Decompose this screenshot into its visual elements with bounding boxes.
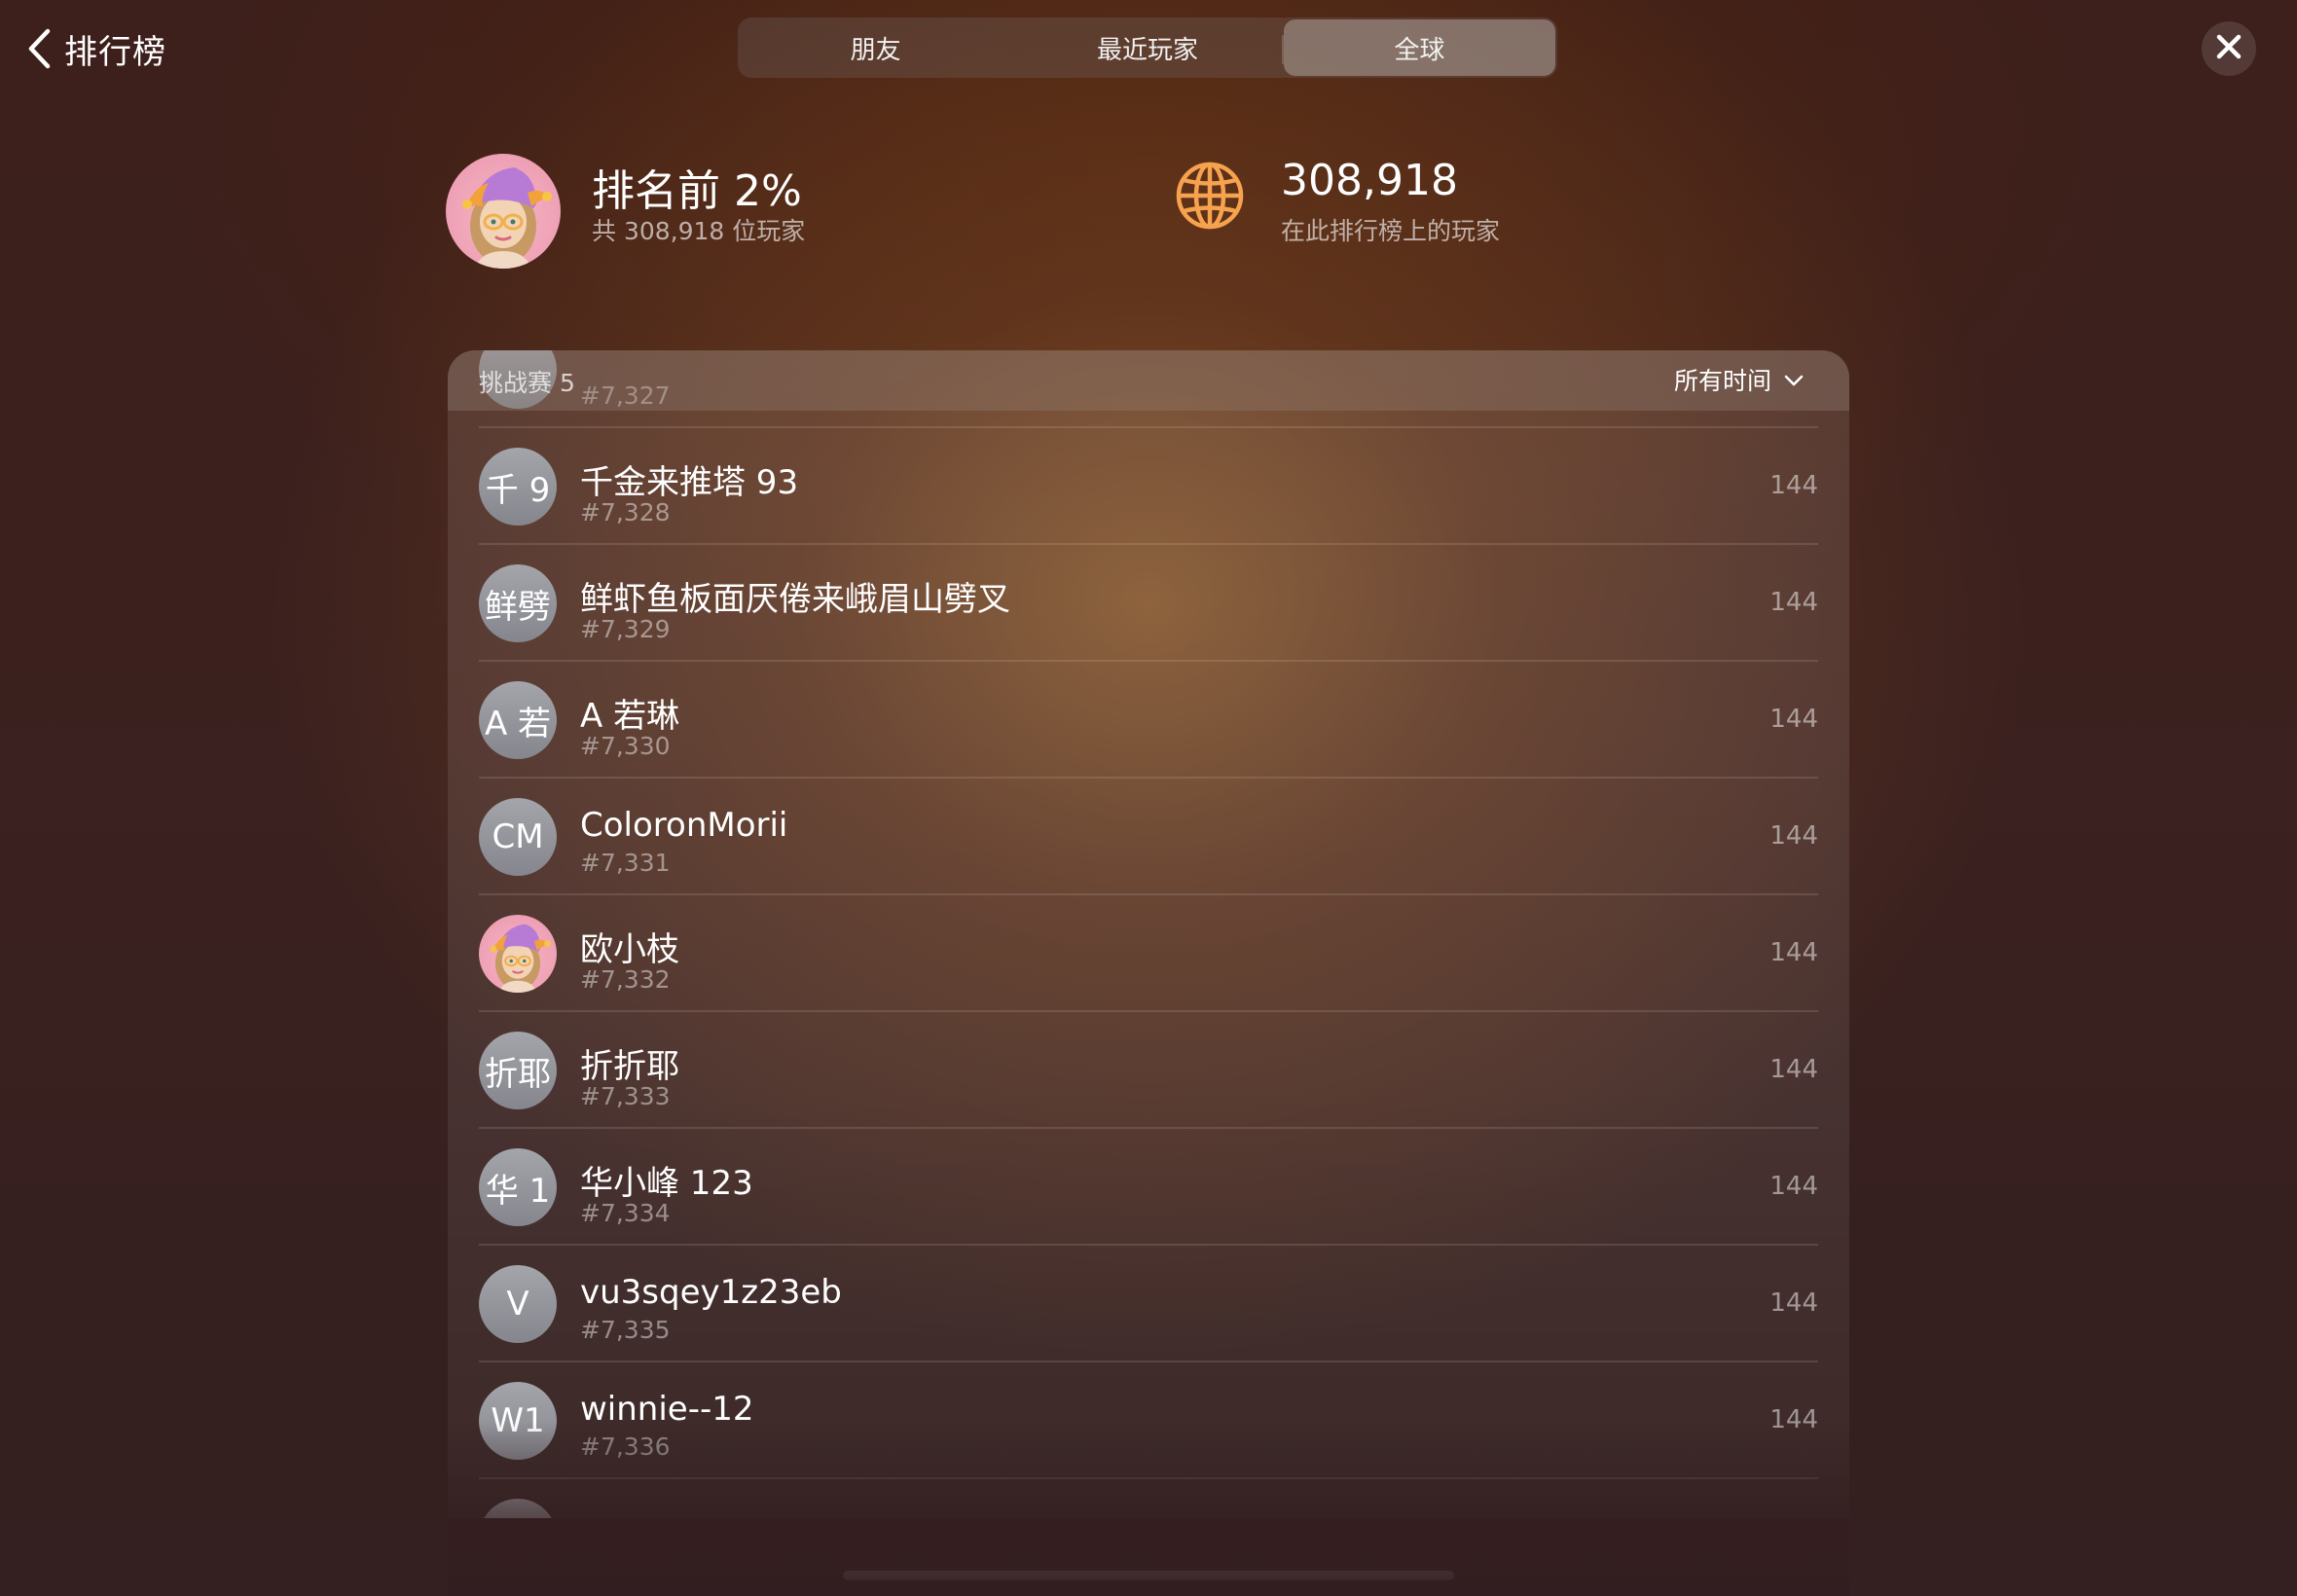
player-rank: #7,335 xyxy=(580,1316,671,1344)
table-row[interactable]: 欧小枝 #7,332 144 xyxy=(479,895,1818,1012)
total-players-count: 308,918 xyxy=(1281,156,1458,205)
player-name: 鲜虾鱼板面厌倦来峨眉山劈叉 xyxy=(580,580,1010,619)
leaderboard-title: 挑战赛 5 xyxy=(479,369,575,397)
player-score: 144 xyxy=(1769,705,1818,734)
player-rank: #7,332 xyxy=(580,965,671,994)
player-avatar: 华 1 xyxy=(479,1148,557,1226)
bottom-backdrop xyxy=(0,1518,2297,1596)
player-avatar: V xyxy=(479,1265,557,1343)
my-rank-subtitle: 共 308,918 位玩家 xyxy=(592,217,806,245)
player-avatar: 折耶 xyxy=(479,1032,557,1109)
time-filter-label: 所有时间 xyxy=(1673,367,1771,395)
player-name: 华小峰 123 xyxy=(580,1164,753,1203)
player-avatar: CM xyxy=(479,798,557,876)
player-avatar: W1 xyxy=(479,1382,557,1460)
home-indicator[interactable] xyxy=(843,1571,1454,1580)
player-score: 144 xyxy=(1769,1172,1818,1201)
player-avatar: 千 9 xyxy=(479,448,557,526)
player-rank: #7,330 xyxy=(580,732,671,760)
total-players-subtitle: 在此排行榜上的玩家 xyxy=(1281,217,1501,245)
player-rank: #7,334 xyxy=(580,1199,671,1227)
my-rank-percentile: 排名前 2% xyxy=(592,166,802,216)
back-label: 排行榜 xyxy=(64,32,166,72)
scope-segmented-control: 朋友 最近玩家 全球 xyxy=(738,18,1557,78)
player-score: 144 xyxy=(1769,471,1818,500)
chevron-left-icon xyxy=(21,21,56,76)
close-icon xyxy=(2216,34,2242,63)
tab-recent-players[interactable]: 最近玩家 xyxy=(1011,19,1284,76)
table-row[interactable]: CM ColoronMorii #7,331 144 xyxy=(479,779,1818,895)
player-rank: #7,331 xyxy=(580,849,671,877)
player-name: 千金来推塔 93 xyxy=(580,463,799,502)
table-row[interactable]: W1 winnie--12 #7,336 144 xyxy=(479,1362,1818,1479)
table-row[interactable]: V vu3sqey1z23eb #7,335 144 xyxy=(479,1246,1818,1362)
player-name: ColoronMorii xyxy=(580,806,788,845)
globe-icon xyxy=(1174,160,1246,232)
leaderboard-list[interactable]: #7,327 千 9 千金来推塔 93 #7,328 144 鲜劈 鲜虾鱼板面厌… xyxy=(479,350,1818,1596)
close-button[interactable] xyxy=(2202,21,2256,76)
player-rank: #7,336 xyxy=(580,1433,671,1461)
table-row[interactable]: 华 1 华小峰 123 #7,334 144 xyxy=(479,1129,1818,1246)
table-row[interactable]: 千 9 千金来推塔 93 #7,328 144 xyxy=(479,428,1818,545)
my-avatar xyxy=(446,154,561,269)
player-rank: #7,333 xyxy=(580,1082,671,1110)
player-score: 144 xyxy=(1769,821,1818,851)
table-row[interactable]: A 若 A 若琳 #7,330 144 xyxy=(479,662,1818,779)
player-avatar: 鲜劈 xyxy=(479,564,557,642)
table-row[interactable]: 折耶 折折耶 #7,333 144 xyxy=(479,1012,1818,1129)
player-name: 欧小枝 xyxy=(580,930,679,969)
time-filter-dropdown[interactable]: 所有时间 xyxy=(1674,362,1805,397)
player-rank: #7,328 xyxy=(580,498,671,526)
rank-summary: 排名前 2% 共 308,918 位玩家 308,918 在此排行榜上的玩家 xyxy=(446,154,1847,271)
player-score: 144 xyxy=(1769,1288,1818,1318)
player-score: 144 xyxy=(1769,1405,1818,1434)
chevron-down-icon xyxy=(1783,369,1805,390)
player-avatar xyxy=(479,915,557,993)
player-name: 折折耶 xyxy=(580,1047,679,1086)
player-score: 144 xyxy=(1769,1055,1818,1084)
back-button[interactable]: 排行榜 xyxy=(21,21,166,76)
player-score: 144 xyxy=(1769,588,1818,617)
player-score: 144 xyxy=(1769,938,1818,967)
tab-global[interactable]: 全球 xyxy=(1283,19,1555,76)
table-row[interactable]: 鲜劈 鲜虾鱼板面厌倦来峨眉山劈叉 #7,329 144 xyxy=(479,545,1818,662)
leaderboard-panel[interactable]: 挑战赛 5 所有时间 #7,327 千 9 千金来推塔 93 #7,328 14… xyxy=(448,350,1849,1596)
tab-friends[interactable]: 朋友 xyxy=(740,19,1011,76)
player-name: winnie--12 xyxy=(580,1390,754,1429)
player-avatar: A 若 xyxy=(479,681,557,759)
player-name: A 若琳 xyxy=(580,697,680,736)
player-name: vu3sqey1z23eb xyxy=(580,1273,842,1312)
leaderboard-header: 挑战赛 5 所有时间 xyxy=(448,350,1849,411)
player-rank: #7,329 xyxy=(580,615,671,643)
